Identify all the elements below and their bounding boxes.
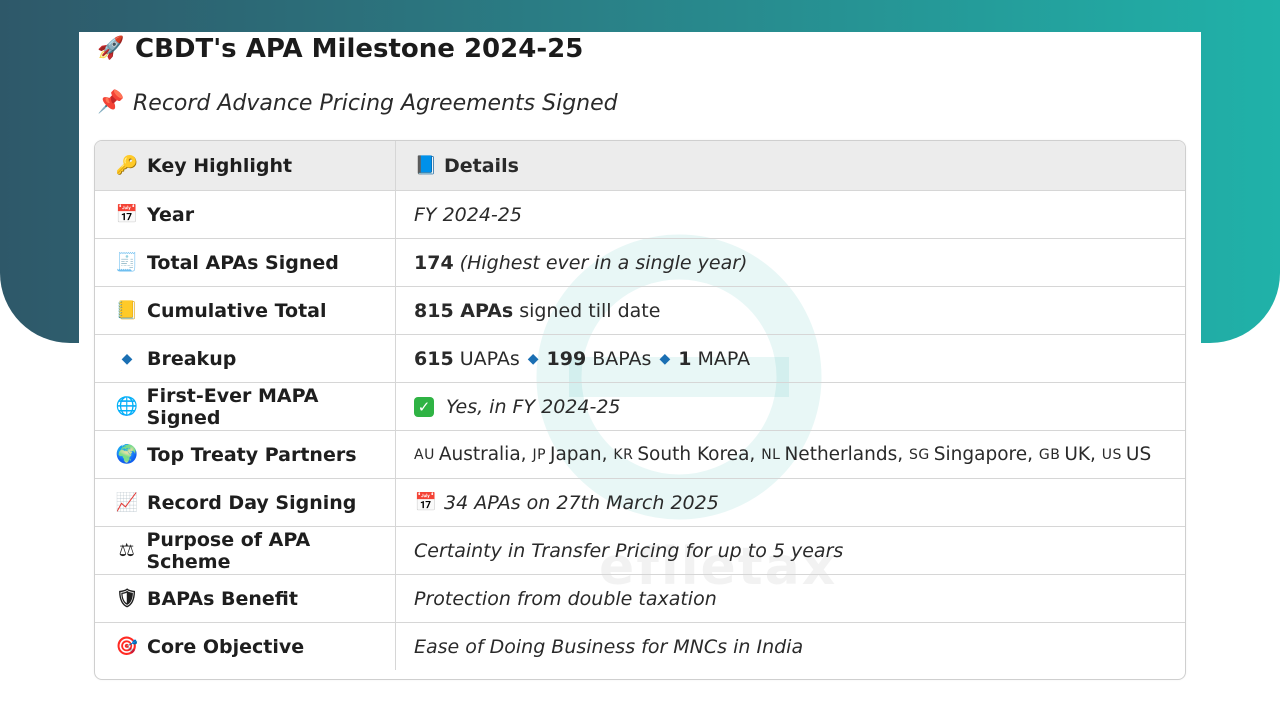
row-detail-cell: 📅 34 APAs on 27th March 2025: [396, 479, 1185, 526]
country-name: Netherlands,: [784, 444, 904, 465]
table-row: ◆ Breakup 615 UAPAs ◆ 199 BAPAs ◆ 1 MAPA: [95, 334, 1185, 382]
row-label-cell: 🌐 First-Ever MAPA Signed: [95, 383, 396, 430]
row-detail-value: 174: [414, 251, 454, 274]
chart-increasing-icon: 📈: [115, 492, 139, 513]
row-label-cell: 📒 Cumulative Total: [95, 287, 396, 334]
diamond-icon: ◆: [527, 350, 539, 367]
column-header-label: Details: [444, 154, 519, 177]
country-name: Japan,: [550, 444, 608, 465]
highlights-table: 🔑 Key Highlight 📘 Details 📅 Year FY 2024…: [94, 140, 1186, 680]
row-label: Year: [147, 203, 195, 226]
breakup-type: BAPAs: [592, 347, 652, 370]
row-detail-cell: Ease of Doing Business for MNCs in India: [396, 623, 1185, 670]
receipt-icon: 🧾: [115, 252, 139, 273]
calendar-icon: 📅: [414, 492, 438, 513]
row-label-cell: 📈 Record Day Signing: [95, 479, 396, 526]
country-name: South Korea,: [637, 444, 756, 465]
row-detail-cell: FY 2024-25: [396, 191, 1185, 238]
country-code: NL: [761, 446, 781, 463]
rocket-icon: 🚀: [97, 36, 125, 61]
row-detail: 34 APAs on 27th March 2025: [444, 491, 719, 514]
table-row: 📅 Year FY 2024-25: [95, 190, 1185, 238]
row-label: Purpose of APA Scheme: [146, 528, 311, 573]
row-detail-cell: Protection from double taxation: [396, 575, 1185, 622]
row-label-cell: ◆ Breakup: [95, 335, 396, 382]
country-code: KR: [613, 446, 634, 463]
column-header-label: Key Highlight: [147, 154, 293, 177]
row-label-cell: 🛡 BAPAs Benefit: [95, 575, 396, 622]
diamond-icon: ◆: [659, 350, 671, 367]
target-icon: 🎯: [115, 636, 139, 657]
globe-meridians-icon: 🌐: [115, 396, 139, 417]
pushpin-icon: 📌: [97, 90, 125, 115]
ledger-icon: 📒: [115, 300, 139, 321]
row-detail-cell: 615 UAPAs ◆ 199 BAPAs ◆ 1 MAPA: [396, 335, 1185, 382]
breakup-type: UAPAs: [459, 347, 520, 370]
row-label: Cumulative Total: [147, 299, 327, 322]
row-label: First-Ever MAPA Signed: [146, 384, 319, 429]
row-detail: Yes, in FY 2024-25: [446, 395, 621, 418]
row-label: Core Objective: [147, 635, 305, 658]
table-row: 🌐 First-Ever MAPA Signed ✓ Yes, in FY 20…: [95, 382, 1185, 430]
row-detail-note: signed till date: [519, 299, 661, 322]
row-label: Breakup: [147, 347, 237, 370]
row-label-cell: 🌍 Top Treaty Partners: [95, 431, 396, 478]
row-label: BAPAs Benefit: [147, 587, 298, 610]
table-row: 🌍 Top Treaty Partners AU Australia, JP Jap…: [95, 430, 1185, 478]
content-card: 🚀 CBDT's APA Milestone 2024-25 📌 Record …: [79, 32, 1201, 720]
country-name: US: [1125, 444, 1152, 465]
row-detail-cell: 815 APAs signed till date: [396, 287, 1185, 334]
row-detail-cell: Certainty in Transfer Pricing for up to …: [396, 527, 1185, 574]
country-code: SG: [909, 446, 930, 463]
breakup-count: 615: [414, 347, 454, 370]
row-detail: Ease of Doing Business for MNCs in India: [414, 635, 804, 658]
column-header-details: 📘 Details: [396, 141, 1185, 190]
calendar-icon: 📅: [115, 204, 139, 225]
shield-icon: 🛡: [115, 588, 139, 609]
page-title-row: 🚀 CBDT's APA Milestone 2024-25: [97, 34, 583, 64]
country-name: UK,: [1064, 444, 1096, 465]
row-detail: Certainty in Transfer Pricing for up to …: [414, 539, 844, 562]
table-row: ⚖ Purpose of APA Scheme Certainty in Tra…: [95, 526, 1185, 574]
breakup-count: 199: [546, 347, 587, 370]
page-subtitle-row: 📌 Record Advance Pricing Agreements Sign…: [97, 88, 618, 118]
key-icon: 🔑: [115, 155, 139, 176]
row-detail-note: (Highest ever in a single year): [459, 251, 748, 274]
page-subtitle: Record Advance Pricing Agreements Signed: [133, 90, 618, 116]
row-detail: FY 2024-25: [414, 203, 522, 226]
row-detail-value: 815 APAs: [414, 299, 514, 322]
row-detail: Protection from double taxation: [414, 587, 717, 610]
row-detail-cell: 174 (Highest ever in a single year): [396, 239, 1185, 286]
country-code: JP: [532, 446, 547, 463]
row-label: Record Day Signing: [147, 491, 357, 514]
country-name: Singapore,: [933, 444, 1033, 465]
row-detail-cell: AU Australia, JP Japan, KR South Korea, NL N…: [396, 431, 1185, 478]
row-label: Total APAs Signed: [147, 251, 339, 274]
table-row: 📈 Record Day Signing 📅 34 APAs on 27th M…: [95, 478, 1185, 526]
balance-scale-icon: ⚖: [118, 540, 135, 561]
page-title: CBDT's APA Milestone 2024-25: [135, 34, 584, 64]
breakup-type: MAPA: [697, 347, 751, 370]
row-label-cell: 🧾 Total APAs Signed: [95, 239, 396, 286]
table-row: 🛡 BAPAs Benefit Protection from double t…: [95, 574, 1185, 622]
country-code: GB: [1038, 446, 1061, 463]
earth-globe-icon: 🌍: [115, 444, 139, 465]
table-row: 🎯 Core Objective Ease of Doing Business …: [95, 622, 1185, 670]
row-label: Top Treaty Partners: [147, 443, 357, 466]
table-row: 📒 Cumulative Total 815 APAs signed till …: [95, 286, 1185, 334]
blue-book-icon: 📘: [414, 155, 438, 176]
country-name: Australia,: [438, 444, 527, 465]
table-row: 🧾 Total APAs Signed 174 (Highest ever in…: [95, 238, 1185, 286]
diamond-icon: ◆: [121, 350, 133, 367]
row-label-cell: ⚖ Purpose of APA Scheme: [95, 527, 396, 574]
country-code: US: [1101, 446, 1122, 463]
country-code: AU: [414, 446, 435, 463]
column-header-key-highlight: 🔑 Key Highlight: [95, 141, 396, 190]
row-detail-cell: ✓ Yes, in FY 2024-25: [396, 383, 1185, 430]
table-header-row: 🔑 Key Highlight 📘 Details: [95, 141, 1185, 190]
row-label-cell: 📅 Year: [95, 191, 396, 238]
check-mark-icon: ✓: [414, 396, 434, 417]
breakup-count: 1: [678, 347, 692, 370]
row-label-cell: 🎯 Core Objective: [95, 623, 396, 670]
